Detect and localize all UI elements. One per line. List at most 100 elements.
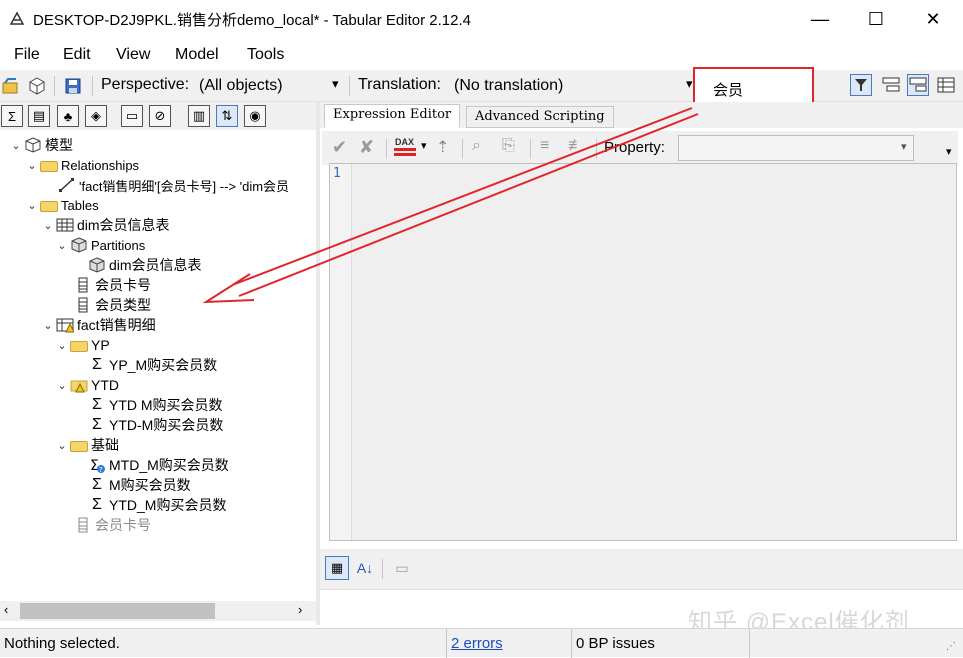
tree-node-fact-table[interactable]: ⌄ fact销售明细	[42, 315, 155, 335]
sigma-info-icon: Σ?	[90, 458, 105, 473]
find-icon[interactable]: ⌕	[472, 137, 481, 155]
translation-dropdown-icon[interactable]: ▾	[686, 76, 693, 92]
close-button[interactable]: ✕	[903, 0, 963, 38]
scroll-left-icon[interactable]: ‹	[4, 602, 8, 617]
deploy-icon[interactable]	[26, 75, 48, 97]
chevron-down-icon[interactable]: ⌄	[56, 379, 68, 392]
sort-az-icon[interactable]: A↓	[353, 556, 377, 580]
deps-icon[interactable]: ⇡	[436, 137, 449, 157]
tab-expression-editor[interactable]: Expression Editor	[324, 104, 461, 128]
expression-editor[interactable]	[329, 163, 957, 541]
chevron-down-icon[interactable]: ⌄	[56, 239, 68, 252]
tree-node-partition[interactable]: dim会员信息表	[86, 255, 202, 275]
tree-node-folder-base[interactable]: ⌄ 基础	[56, 435, 119, 455]
partitions-filter-icon[interactable]: ◈	[85, 105, 107, 127]
overflow-icon[interactable]: ▾	[946, 145, 952, 158]
warning-table-icon	[56, 318, 74, 333]
tree-label: YTD M购买会员数	[109, 397, 223, 413]
tree-node-hidden-column[interactable]: 会员卡号	[72, 515, 151, 535]
chevron-down-icon[interactable]: ⌄	[26, 159, 38, 172]
scroll-right-icon[interactable]: ›	[298, 602, 302, 617]
tree-layout-icon[interactable]	[880, 74, 902, 96]
tree-node-measure[interactable]: Σ YTD-M购买会员数	[86, 415, 223, 435]
maximize-button[interactable]: ☐	[846, 0, 906, 38]
dax-format-icon[interactable]: DAX	[394, 137, 418, 157]
tree-node-relationship[interactable]: 'fact销售明细'[会员卡号] --> 'dim会员	[56, 175, 289, 195]
chevron-down-icon[interactable]: ⌄	[56, 339, 68, 352]
scrollbar-thumb[interactable]	[20, 603, 215, 619]
categorized-icon[interactable]: ▦	[325, 556, 349, 580]
perspective-dropdown-icon[interactable]: ▾	[332, 76, 339, 92]
hidden-filter-icon[interactable]: ▭	[121, 105, 143, 127]
tree-node-measure[interactable]: Σ M购买会员数	[86, 475, 191, 495]
resize-grip-icon[interactable]: ⋰	[946, 641, 956, 652]
metadata-filter-icon[interactable]: ⊘	[149, 105, 171, 127]
display-folders-icon[interactable]	[907, 74, 929, 96]
uncomment-icon[interactable]: ≢	[568, 137, 584, 155]
folder-icon	[40, 160, 58, 172]
tree-node-folder-yp[interactable]: ⌄ YP	[56, 335, 109, 355]
chevron-down-icon[interactable]: ⌄	[10, 139, 22, 152]
tree-label: 会员类型	[95, 297, 151, 313]
search-input-value[interactable]: 会员	[713, 79, 743, 100]
dax-dropdown-icon[interactable]: ▾	[421, 139, 427, 152]
minimize-button[interactable]: —	[790, 0, 850, 38]
open-icon[interactable]	[0, 75, 22, 97]
columns-filter-icon[interactable]: ▤	[28, 105, 50, 127]
tree-node-partitions[interactable]: ⌄ Partitions	[56, 235, 145, 255]
tree-label: dim会员信息表	[77, 217, 170, 233]
save-icon[interactable]	[62, 75, 84, 97]
menu-model[interactable]: Model	[175, 46, 219, 64]
tree-node-column[interactable]: 会员类型	[72, 295, 151, 315]
errors-link[interactable]: 2 errors	[451, 635, 503, 652]
tree-node-folder-ytd[interactable]: ⌄ YTD	[56, 375, 119, 395]
cube-icon	[25, 137, 41, 153]
chevron-down-icon[interactable]: ⌄	[42, 219, 54, 232]
menu-file[interactable]: File	[14, 46, 40, 64]
tree-node-measure[interactable]: Σ YTD_M购买会员数	[86, 495, 226, 515]
chevron-down-icon[interactable]: ▾	[901, 140, 907, 153]
tree-node-column[interactable]: 会员卡号	[72, 275, 151, 295]
pane-splitter[interactable]	[316, 102, 320, 625]
window-title: DESKTOP-D2J9PKL.销售分析demo_local* - Tabula…	[33, 12, 471, 29]
folder-icon	[40, 200, 58, 212]
tree-node-measure[interactable]: Σ? MTD_M购买会员数	[86, 455, 229, 475]
tree-label: Partitions	[91, 237, 146, 253]
chevron-down-icon[interactable]: ⌄	[56, 439, 68, 452]
tree-node-measure[interactable]: Σ YTD M购买会员数	[86, 395, 223, 415]
chevron-down-icon[interactable]: ⌄	[26, 199, 38, 212]
model-tree[interactable]: ⌄ 模型 ⌄ Relationships 'fact销售明细'[会员卡号] --…	[0, 131, 316, 601]
perspective-filter-icon[interactable]: ◉	[244, 105, 266, 127]
translation-select[interactable]: (No translation)	[454, 77, 563, 95]
tree-label: 模型	[45, 137, 73, 153]
sort-icon[interactable]: ⇅	[216, 105, 238, 127]
accept-icon[interactable]: ✔	[332, 137, 347, 158]
tree-node-dim-table[interactable]: ⌄ dim会员信息表	[42, 215, 170, 235]
filter-icon[interactable]	[850, 74, 872, 96]
menu-view[interactable]: View	[116, 46, 150, 64]
main-toolbar: Perspective: (All objects) ▾ Translation…	[0, 70, 963, 102]
property-label: Property:	[604, 139, 665, 156]
menu-edit[interactable]: Edit	[63, 46, 91, 64]
cancel-icon[interactable]: ✘	[359, 137, 374, 158]
menu-tools[interactable]: Tools	[247, 46, 284, 64]
comment-icon[interactable]: ≡	[540, 137, 549, 155]
line-number: 1	[333, 166, 341, 181]
replace-icon[interactable]: ⎘	[502, 137, 515, 155]
sigma-icon: Σ	[92, 356, 102, 373]
tree-node-relationships[interactable]: ⌄ Relationships	[26, 155, 139, 175]
tab-advanced-scripting[interactable]: Advanced Scripting	[466, 106, 614, 128]
measures-filter-icon[interactable]: Σ	[1, 105, 23, 127]
tree-label: 'fact销售明细'[会员卡号] --> 'dim会员	[79, 178, 290, 194]
tree-node-tables[interactable]: ⌄ Tables	[26, 195, 98, 215]
perspective-select[interactable]: (All objects)	[199, 77, 283, 95]
toggle-columns-icon[interactable]: ▥	[188, 105, 210, 127]
columns-view-icon[interactable]	[935, 74, 957, 96]
property-pages-icon[interactable]: ▭	[390, 556, 414, 580]
chevron-down-icon[interactable]: ⌄	[42, 319, 54, 332]
property-dropdown[interactable]: ▾	[678, 135, 914, 161]
partitions-icon	[71, 237, 87, 253]
hierarchies-filter-icon[interactable]: ♣	[57, 105, 79, 127]
tree-node-measure[interactable]: Σ YP_M购买会员数	[86, 355, 217, 375]
tree-node-model[interactable]: ⌄ 模型	[10, 135, 73, 155]
